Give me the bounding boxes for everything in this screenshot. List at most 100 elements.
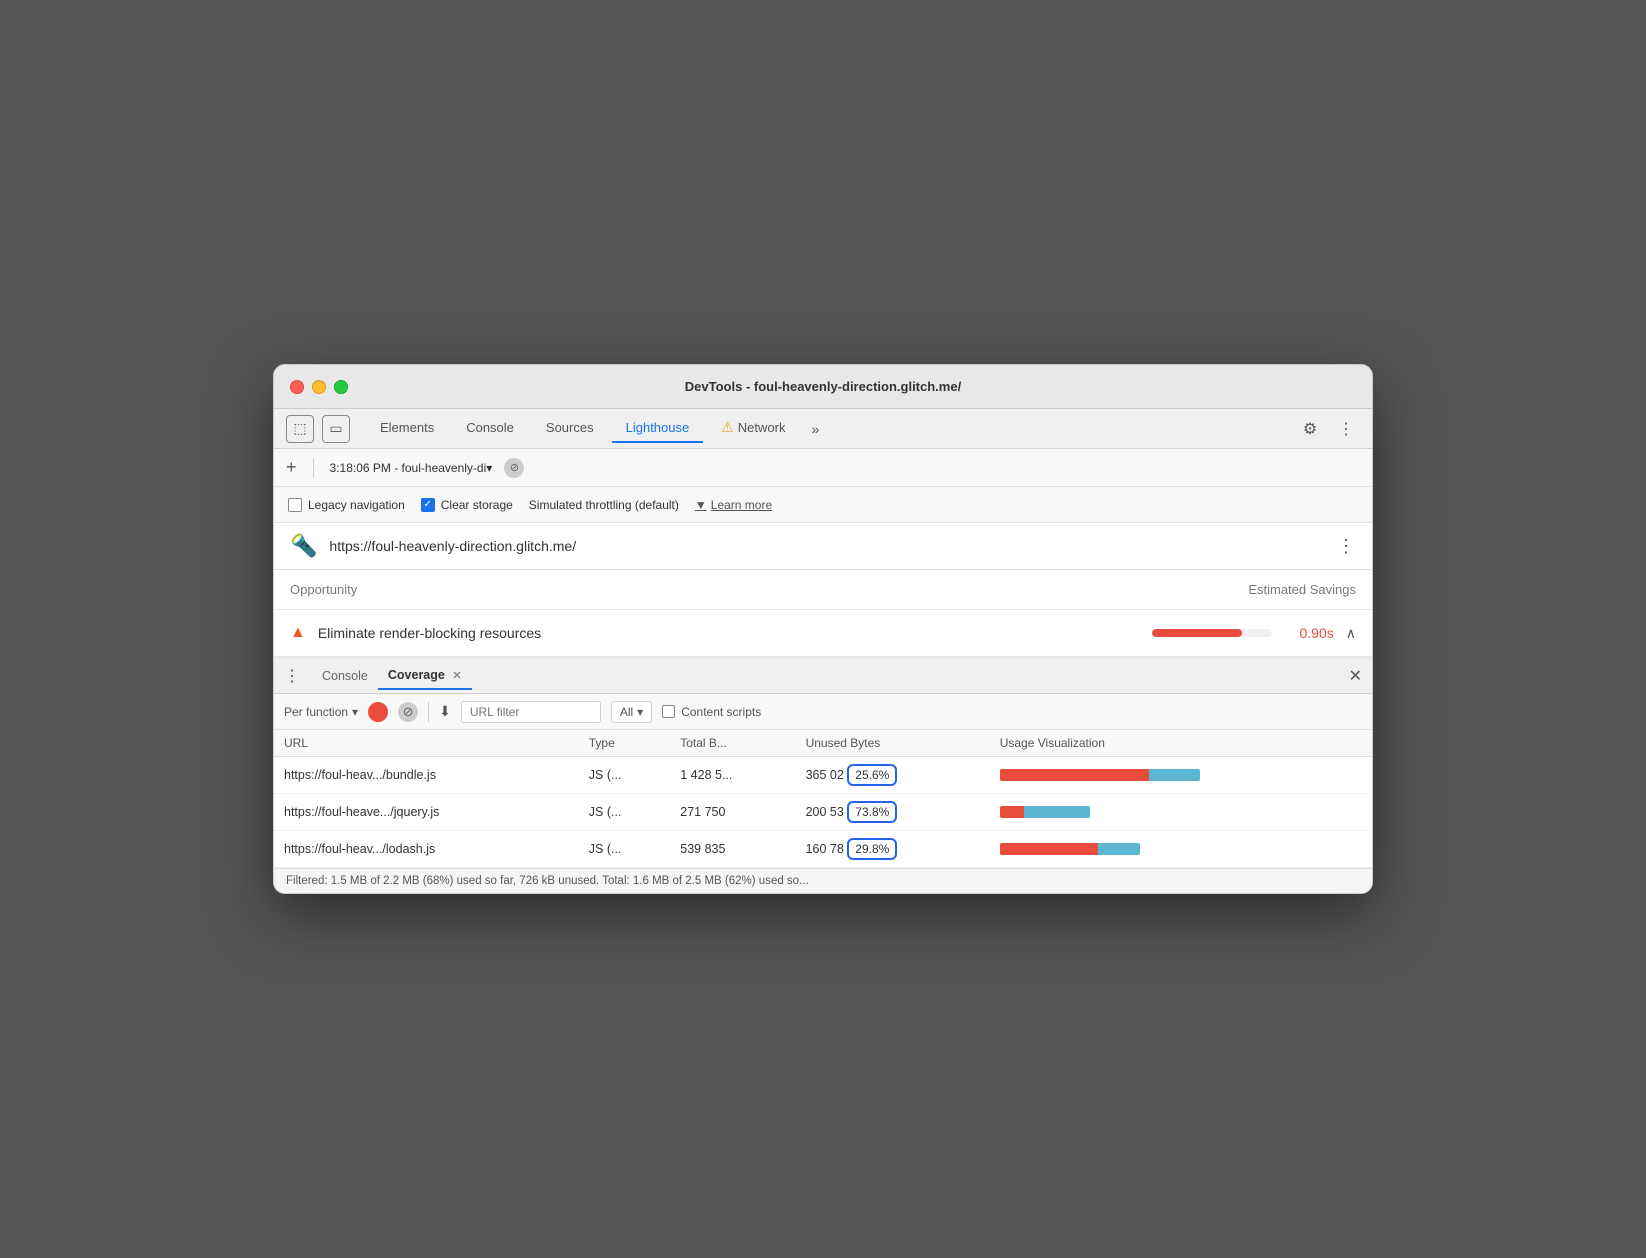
url-filter-input[interactable] (461, 701, 601, 723)
opportunity-bar (1152, 629, 1272, 637)
usage-used (1000, 843, 1098, 855)
download-button[interactable]: ⬇ (439, 703, 451, 720)
urlbar: 🔦 https://foul-heavenly-direction.glitch… (274, 523, 1372, 570)
warning-icon: ⚠ (721, 419, 734, 436)
tabs: Elements Console Sources Lighthouse ⚠ Ne… (366, 413, 1296, 444)
tab-actions: ⚙ ⋮ (1296, 415, 1360, 443)
panel-tab-console[interactable]: Console (312, 663, 378, 689)
close-button[interactable] (290, 380, 304, 394)
record-button[interactable] (368, 702, 388, 722)
usage-unused (1024, 806, 1090, 818)
panel-tab-close-icon[interactable]: ✕ (452, 670, 461, 682)
pct-badge: 25.6% (847, 764, 897, 786)
panel-menu-icon[interactable]: ⋮ (284, 666, 300, 686)
more-options-button[interactable]: ⋮ (1332, 415, 1360, 443)
opportunity-bar-fill (1152, 629, 1242, 637)
usage-used (1000, 769, 1149, 781)
cell-type: JS (... (579, 794, 670, 831)
add-button[interactable]: + (286, 457, 297, 478)
usage-unused (1098, 843, 1140, 855)
titlebar: DevTools - foul-heavenly-direction.glitc… (274, 365, 1372, 409)
minimize-button[interactable] (312, 380, 326, 394)
col-url[interactable]: URL (274, 730, 579, 757)
statusbar: Filtered: 1.5 MB of 2.2 MB (68%) used so… (274, 868, 1372, 893)
devtools-toolbar: + 3:18:06 PM - foul-heavenly-di▾ ⊘ (274, 449, 1372, 487)
clear-button[interactable]: ⊘ (398, 702, 418, 722)
usage-bar (1000, 769, 1200, 781)
table-row[interactable]: https://foul-heave.../jquery.js JS (... … (274, 794, 1372, 831)
traffic-lights (290, 380, 348, 394)
legacy-nav-checkbox[interactable] (288, 498, 302, 512)
panel-tabbar: ⋮ Console Coverage ✕ ✕ (274, 658, 1372, 694)
tab-console[interactable]: Console (452, 414, 528, 443)
clear-storage-label[interactable]: ✓ Clear storage (421, 498, 513, 512)
learn-more-button[interactable]: ▼ Learn more (695, 498, 772, 512)
url-menu-button[interactable]: ⋮ (1337, 536, 1356, 557)
cell-total: 271 750 (670, 794, 795, 831)
coverage-toolbar: Per function ▾ ⊘ ⬇ All ▾ Content scripts (274, 694, 1372, 730)
col-type[interactable]: Type (579, 730, 670, 757)
tabbar: ⬚ ▭ Elements Console Sources Lighthouse … (274, 409, 1372, 449)
cell-url: https://foul-heav.../bundle.js (274, 757, 579, 794)
all-label: All (620, 705, 633, 719)
settings-button[interactable]: ⚙ (1296, 415, 1324, 443)
table-row[interactable]: https://foul-heav.../bundle.js JS (... 1… (274, 757, 1372, 794)
cursor-icon[interactable]: ⬚ (286, 415, 314, 443)
per-function-dropdown[interactable]: Per function ▾ (284, 705, 358, 719)
content-scripts-label[interactable]: Content scripts (662, 705, 761, 719)
url-display: https://foul-heavenly-direction.glitch.m… (329, 538, 1325, 554)
content-scripts-text: Content scripts (681, 705, 761, 719)
usage-unused (1149, 769, 1200, 781)
col-unused[interactable]: Unused Bytes (796, 730, 990, 757)
maximize-button[interactable] (334, 380, 348, 394)
col-viz[interactable]: Usage Visualization (990, 730, 1372, 757)
cell-total: 1 428 5... (670, 757, 795, 794)
toolbar-sep (313, 458, 314, 478)
opportunity-savings: 0.90s (1284, 625, 1334, 641)
clear-storage-checkbox[interactable]: ✓ (421, 498, 435, 512)
stop-button[interactable]: ⊘ (504, 458, 524, 478)
cell-unused: 160 78 29.8% (796, 831, 990, 868)
table-row[interactable]: https://foul-heav.../lodash.js JS (... 5… (274, 831, 1372, 868)
cell-total: 539 835 (670, 831, 795, 868)
mobile-icon[interactable]: ▭ (322, 415, 350, 443)
tab-network-label: Network (738, 420, 786, 435)
more-tabs-button[interactable]: » (803, 417, 827, 441)
cell-url: https://foul-heav.../lodash.js (274, 831, 579, 868)
all-arrow-icon: ▾ (637, 705, 643, 719)
tab-sources[interactable]: Sources (532, 414, 608, 443)
cell-type: JS (... (579, 831, 670, 868)
usage-bar-container (1000, 769, 1362, 781)
usage-used (1000, 806, 1024, 818)
clear-storage-text: Clear storage (441, 498, 513, 512)
opportunity-header: Opportunity Estimated Savings (274, 570, 1372, 610)
legacy-nav-label[interactable]: Legacy navigation (288, 498, 405, 512)
coverage-table: URL Type Total B... Unused Bytes Usage V… (274, 730, 1372, 868)
usage-bar-container (1000, 843, 1362, 855)
cell-url: https://foul-heave.../jquery.js (274, 794, 579, 831)
dropdown-arrow-icon: ▼ (695, 498, 707, 512)
cell-unused: 200 53 73.8% (796, 794, 990, 831)
usage-bar-container (1000, 806, 1362, 818)
panel-close-button[interactable]: ✕ (1349, 666, 1362, 686)
throttling-text: Simulated throttling (default) (529, 498, 679, 512)
cell-viz (990, 794, 1372, 831)
learn-more-text: Learn more (711, 498, 772, 512)
savings-label: Estimated Savings (1248, 582, 1356, 597)
lighthouse-logo-icon: 🔦 (290, 533, 317, 559)
devtools-window: DevTools - foul-heavenly-direction.glitc… (273, 364, 1373, 894)
opportunity-title: Eliminate render-blocking resources (318, 625, 1140, 641)
all-dropdown[interactable]: All ▾ (611, 701, 652, 723)
panel-tab-coverage[interactable]: Coverage ✕ (378, 662, 472, 690)
expand-icon[interactable]: ∧ (1346, 625, 1356, 642)
tab-elements[interactable]: Elements (366, 414, 448, 443)
cov-separator (428, 702, 429, 722)
opportunity-row[interactable]: ▲ Eliminate render-blocking resources 0.… (274, 610, 1372, 658)
col-total[interactable]: Total B... (670, 730, 795, 757)
cell-type: JS (... (579, 757, 670, 794)
content-scripts-checkbox[interactable] (662, 705, 675, 718)
tab-lighthouse[interactable]: Lighthouse (612, 414, 704, 443)
tab-network[interactable]: ⚠ Network (707, 413, 799, 444)
usage-bar (1000, 843, 1140, 855)
coverage-panel: ⋮ Console Coverage ✕ ✕ Per function ▾ ⊘ … (274, 658, 1372, 893)
